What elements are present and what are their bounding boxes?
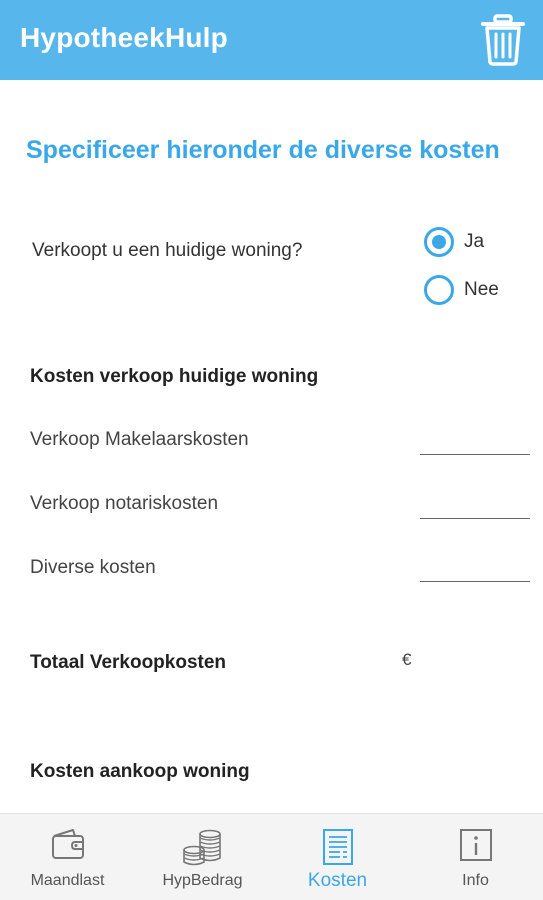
app-title: HypotheekHulp — [20, 22, 228, 53]
page-heading: Specificeer hieronder de diverse kosten — [26, 136, 500, 164]
misc-costs-label: Diverse kosten — [30, 557, 156, 578]
tab-info-label: Info — [462, 872, 489, 889]
radio-label-nee: Nee — [464, 279, 499, 300]
notary-costs-label: Verkoop notariskosten — [30, 493, 219, 514]
radio-button-ja[interactable] — [424, 227, 454, 257]
delete-button[interactable] — [480, 14, 526, 66]
radio-button-nee[interactable] — [424, 275, 454, 305]
realtor-costs-input[interactable] — [420, 425, 530, 455]
bottom-navigation: Maandlast HypBedrag Kosten Info — [0, 813, 543, 900]
tab-hypbedrag-label: HypBedrag — [162, 872, 243, 889]
tab-info[interactable]: Info — [408, 814, 543, 900]
coins-icon — [182, 829, 221, 866]
realtor-costs-label: Verkoop Makelaarskosten — [30, 429, 249, 450]
app-bar: HypotheekHulp — [0, 0, 543, 80]
euro-symbol: € — [402, 650, 412, 669]
wallet-icon — [51, 829, 84, 859]
purchase-costs-section-title: Kosten aankoop woning — [30, 761, 250, 782]
receipt-icon — [322, 829, 353, 865]
tab-maandlast[interactable]: Maandlast — [0, 814, 135, 900]
tab-maandlast-label: Maandlast — [30, 872, 105, 889]
radio-label-ja: Ja — [464, 231, 485, 252]
costs-form: Specificeer hieronder de diverse kosten … — [0, 80, 543, 813]
sell-current-home-question: Verkoopt u een huidige woning? — [32, 240, 303, 261]
sale-costs-section-title: Kosten verkoop huidige woning — [30, 366, 319, 387]
notary-costs-input[interactable] — [420, 489, 530, 519]
radio-option-ja[interactable]: Ja — [424, 226, 484, 258]
tab-kosten[interactable]: Kosten — [270, 814, 405, 900]
misc-costs-input[interactable] — [420, 552, 530, 582]
radio-option-nee[interactable]: Nee — [424, 274, 499, 306]
total-sale-costs-label: Totaal Verkoopkosten — [30, 652, 227, 673]
tab-kosten-label: Kosten — [307, 870, 368, 891]
info-icon — [459, 829, 492, 861]
trash-icon — [481, 14, 525, 66]
tab-hypbedrag[interactable]: HypBedrag — [135, 814, 270, 900]
